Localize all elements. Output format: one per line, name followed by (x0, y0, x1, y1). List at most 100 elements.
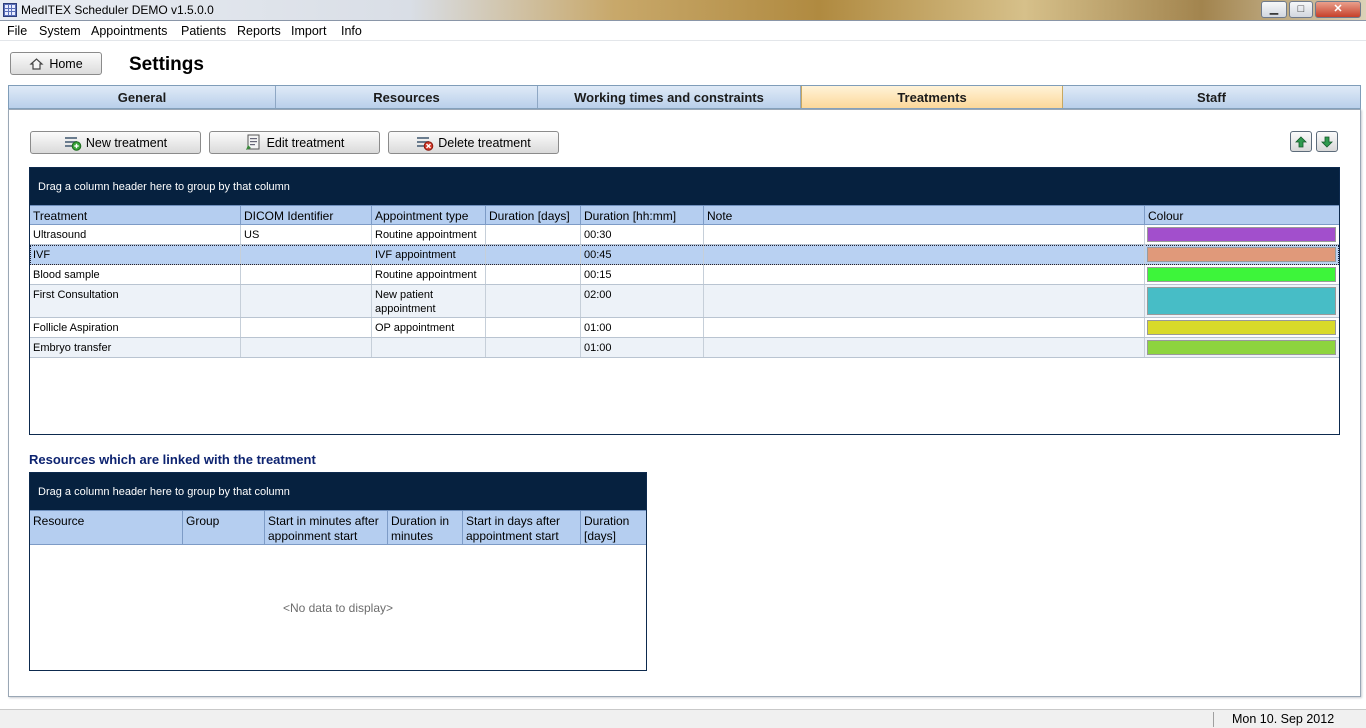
colour-swatch (1147, 227, 1336, 242)
cell-duration-hhmm: 01:00 (581, 318, 704, 337)
table-row[interactable]: Embryo transfer 01:00 (30, 338, 1339, 358)
home-icon (29, 57, 44, 70)
edit-treatment-button[interactable]: Edit treatment (209, 131, 380, 154)
colour-swatch (1147, 340, 1336, 355)
edit-treatment-label: Edit treatment (266, 135, 345, 150)
table-row[interactable]: Follicle Aspiration OP appointment 01:00 (30, 318, 1339, 338)
title-bar: MedITEX Scheduler DEMO v1.5.0.0 ▁ □ ✕ (0, 0, 1366, 21)
cell-duration-hhmm: 00:15 (581, 265, 704, 284)
colour-swatch (1147, 320, 1336, 335)
delete-treatment-button[interactable]: Delete treatment (388, 131, 559, 154)
add-icon (64, 136, 82, 151)
col-group[interactable]: Group (183, 511, 265, 544)
cell-duration-hhmm: 01:00 (581, 338, 704, 357)
table-row[interactable]: IVF IVF appointment 00:45 (30, 245, 1339, 265)
settings-tabs: General Resources Working times and cons… (8, 85, 1361, 109)
colour-swatch (1147, 287, 1336, 315)
cell-appointment-type: New patient appointment (372, 285, 486, 317)
no-data-message: <No data to display> (282, 601, 394, 615)
col-start-minutes[interactable]: Start in minutes after appoinment start (265, 511, 388, 544)
menu-reports[interactable]: Reports (237, 24, 281, 38)
home-label: Home (49, 56, 83, 71)
col-duration-days[interactable]: Duration [days] (486, 206, 581, 224)
col-dicom-identifier[interactable]: DICOM Identifier (241, 206, 372, 224)
colour-swatch (1147, 247, 1336, 262)
cell-duration-hhmm: 00:30 (581, 225, 704, 244)
cell-duration-days (486, 245, 581, 264)
cell-duration-hhmm: 00:45 (581, 245, 704, 264)
resources-grid: Drag a column header here to group by th… (29, 472, 647, 671)
menu-patients[interactable]: Patients (181, 24, 226, 38)
cell-treatment: Follicle Aspiration (30, 318, 241, 337)
col-treatment[interactable]: Treatment (30, 206, 241, 224)
close-button[interactable]: ✕ (1315, 1, 1361, 18)
status-datetime: Mon 10. Sep 2012 16:56 (1232, 712, 1335, 728)
cell-colour (1145, 285, 1339, 317)
cell-duration-days (486, 338, 581, 357)
col-duration-minutes[interactable]: Duration in minutes (388, 511, 463, 544)
cell-dicom (241, 318, 372, 337)
cell-dicom (241, 265, 372, 284)
cell-appointment-type: Routine appointment (372, 225, 486, 244)
cell-duration-days (486, 265, 581, 284)
table-row[interactable]: First Consultation New patient appointme… (30, 285, 1339, 318)
menu-file[interactable]: File (7, 24, 27, 38)
new-treatment-button[interactable]: New treatment (30, 131, 201, 154)
arrow-up-icon (1295, 135, 1307, 147)
tab-staff[interactable]: Staff (1063, 86, 1360, 108)
colour-swatch (1147, 267, 1336, 282)
maximize-button[interactable]: □ (1289, 1, 1313, 18)
cell-duration-days (486, 318, 581, 337)
window-title: MedITEX Scheduler DEMO v1.5.0.0 (21, 3, 214, 17)
menu-info[interactable]: Info (341, 24, 362, 38)
col-start-days[interactable]: Start in days after appointment start (463, 511, 581, 544)
cell-colour (1145, 338, 1339, 357)
col-duration-days[interactable]: Duration [days] (581, 511, 646, 544)
cell-colour (1145, 265, 1339, 284)
move-up-button[interactable] (1290, 131, 1312, 152)
minimize-button[interactable]: ▁ (1261, 1, 1287, 18)
home-button[interactable]: Home (10, 52, 102, 75)
resources-section-title: Resources which are linked with the trea… (29, 452, 316, 467)
cell-note (704, 318, 1145, 337)
treatments-grid: Drag a column header here to group by th… (29, 167, 1340, 435)
cell-dicom (241, 285, 372, 317)
move-down-button[interactable] (1316, 131, 1338, 152)
app-icon (3, 3, 17, 17)
menu-import[interactable]: Import (291, 24, 326, 38)
cell-colour (1145, 225, 1339, 244)
cell-dicom (241, 245, 372, 264)
cell-appointment-type: Routine appointment (372, 265, 486, 284)
delete-icon (417, 136, 434, 151)
col-duration-hhmm[interactable]: Duration [hh:mm] (581, 206, 704, 224)
menu-bar: File System Appointments Patients Report… (0, 22, 1366, 41)
cell-duration-hhmm: 02:00 (581, 285, 704, 317)
group-by-panel[interactable]: Drag a column header here to group by th… (30, 473, 646, 510)
cell-appointment-type: IVF appointment (372, 245, 486, 264)
cell-dicom: US (241, 225, 372, 244)
col-resource[interactable]: Resource (30, 511, 183, 544)
tab-resources[interactable]: Resources (276, 86, 538, 108)
page-title: Settings (129, 54, 204, 75)
col-appointment-type[interactable]: Appointment type (372, 206, 486, 224)
delete-treatment-label: Delete treatment (438, 135, 531, 150)
status-bar: Mon 10. Sep 2012 16:56 (0, 709, 1366, 728)
col-note[interactable]: Note (704, 206, 1145, 224)
menu-system[interactable]: System (39, 24, 81, 38)
col-colour[interactable]: Colour (1145, 206, 1339, 224)
tab-general[interactable]: General (9, 86, 276, 108)
group-by-panel[interactable]: Drag a column header here to group by th… (30, 168, 1339, 205)
cell-note (704, 265, 1145, 284)
resources-header-row: Resource Group Start in minutes after ap… (30, 510, 646, 545)
cell-appointment-type: OP appointment (372, 318, 486, 337)
status-separator (1213, 712, 1214, 727)
menu-appointments[interactable]: Appointments (91, 24, 167, 38)
arrow-down-icon (1321, 136, 1333, 148)
cell-treatment: Blood sample (30, 265, 241, 284)
tab-treatments[interactable]: Treatments (801, 86, 1063, 108)
tab-working-times[interactable]: Working times and constraints (538, 86, 801, 108)
cell-note (704, 245, 1145, 264)
table-row[interactable]: Blood sample Routine appointment 00:15 (30, 265, 1339, 285)
cell-duration-days (486, 285, 581, 317)
table-row[interactable]: Ultrasound US Routine appointment 00:30 (30, 225, 1339, 245)
